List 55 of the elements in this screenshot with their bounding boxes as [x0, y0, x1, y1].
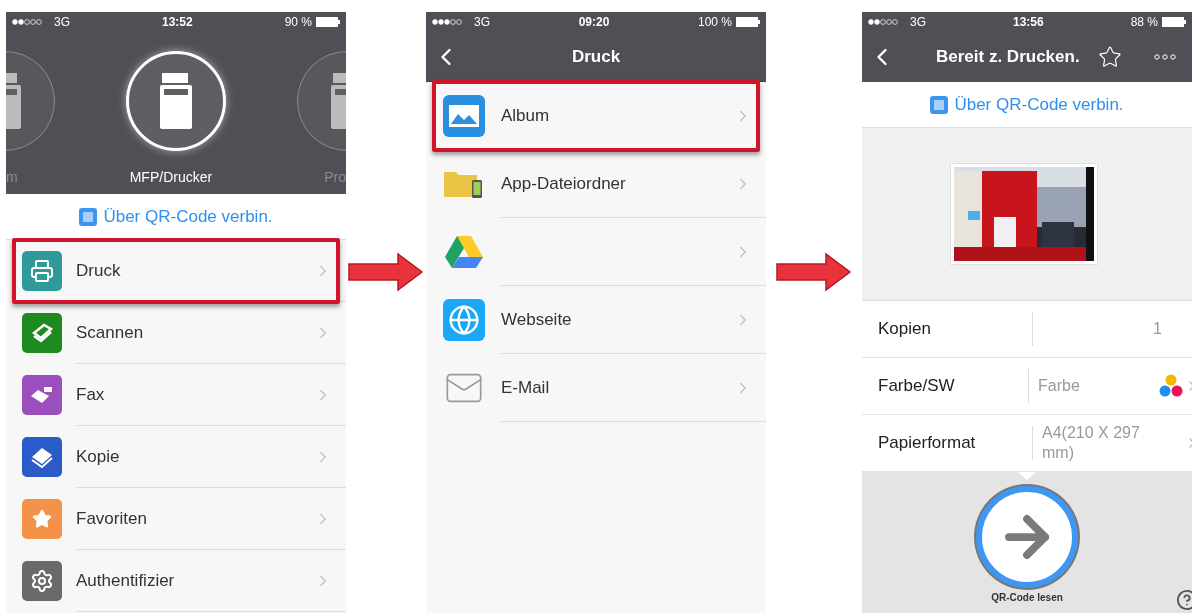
clock-time: 09:20	[578, 14, 610, 31]
setting-label: Papierformat	[877, 432, 977, 455]
signal-icon	[12, 19, 42, 25]
device-label: MFP/Drucker	[129, 167, 213, 187]
menu-item[interactable]: App-Dateiordner	[501, 150, 766, 218]
setting-label: Kopien	[877, 318, 932, 341]
menu-item[interactable]: Druck	[76, 240, 346, 302]
clock-time: 13:52	[161, 14, 193, 31]
menu-item[interactable]: Fax	[76, 364, 346, 426]
battery-percent: 88 %	[1130, 14, 1158, 31]
gear-icon	[22, 561, 62, 601]
scanner-icon	[22, 313, 62, 353]
network-label: 3G	[910, 14, 926, 31]
battery-icon	[316, 17, 340, 27]
menu-item[interactable]: E-Mail	[501, 354, 766, 422]
battery-icon	[1162, 17, 1186, 27]
signal-icon	[432, 19, 462, 25]
network-label: 3G	[54, 14, 70, 31]
signal-icon	[868, 19, 898, 25]
menu-item[interactable]: Favoriten	[76, 488, 346, 550]
network-label: 3G	[474, 14, 490, 31]
menu-item[interactable]: Album	[501, 82, 766, 150]
clock-time: 13:56	[1012, 14, 1044, 31]
help-icon[interactable]	[1176, 589, 1192, 611]
more-icon[interactable]	[1153, 54, 1176, 60]
triangle-logo-icon	[442, 235, 486, 269]
setting-row[interactable]: Kopien 1	[862, 301, 1192, 358]
screen-title: Bereit z. Drucken.	[936, 46, 1080, 69]
favorite-icon[interactable]	[1097, 45, 1122, 69]
setting-value: A4(210 X 297 mm)	[1042, 423, 1141, 463]
image-icon	[442, 95, 486, 137]
qr-code-icon	[79, 207, 98, 226]
printer-icon	[158, 73, 194, 129]
battery-icon	[736, 17, 760, 27]
print-icon	[22, 251, 62, 291]
setting-row[interactable]: Farbe/SW Farbe	[862, 358, 1192, 415]
action-label: QR-Code lesen	[991, 591, 1063, 605]
setting-row[interactable]: Papierformat A4(210 X 297 mm)	[862, 415, 1192, 472]
setting-label: Farbe/SW	[877, 375, 956, 398]
menu-item[interactable]: Authentifizier	[76, 550, 346, 612]
globe-icon	[442, 299, 486, 341]
screen-title: Druck	[571, 45, 621, 68]
device-label: m	[6, 167, 18, 187]
fax-icon	[22, 375, 62, 415]
menu-item[interactable]: Webseite	[501, 286, 766, 354]
qr-code-icon	[930, 95, 949, 114]
device-label: Pro	[324, 167, 346, 187]
color-dots-icon	[1158, 374, 1184, 398]
copy-icon	[22, 437, 62, 477]
setting-value: Farbe	[1038, 376, 1081, 396]
battery-percent: 100 %	[697, 14, 732, 31]
battery-percent: 90 %	[284, 14, 312, 31]
menu-item[interactable]: Scannen	[76, 302, 346, 364]
setting-value: 1	[1152, 319, 1162, 339]
menu-item[interactable]: Kopie	[76, 426, 346, 488]
